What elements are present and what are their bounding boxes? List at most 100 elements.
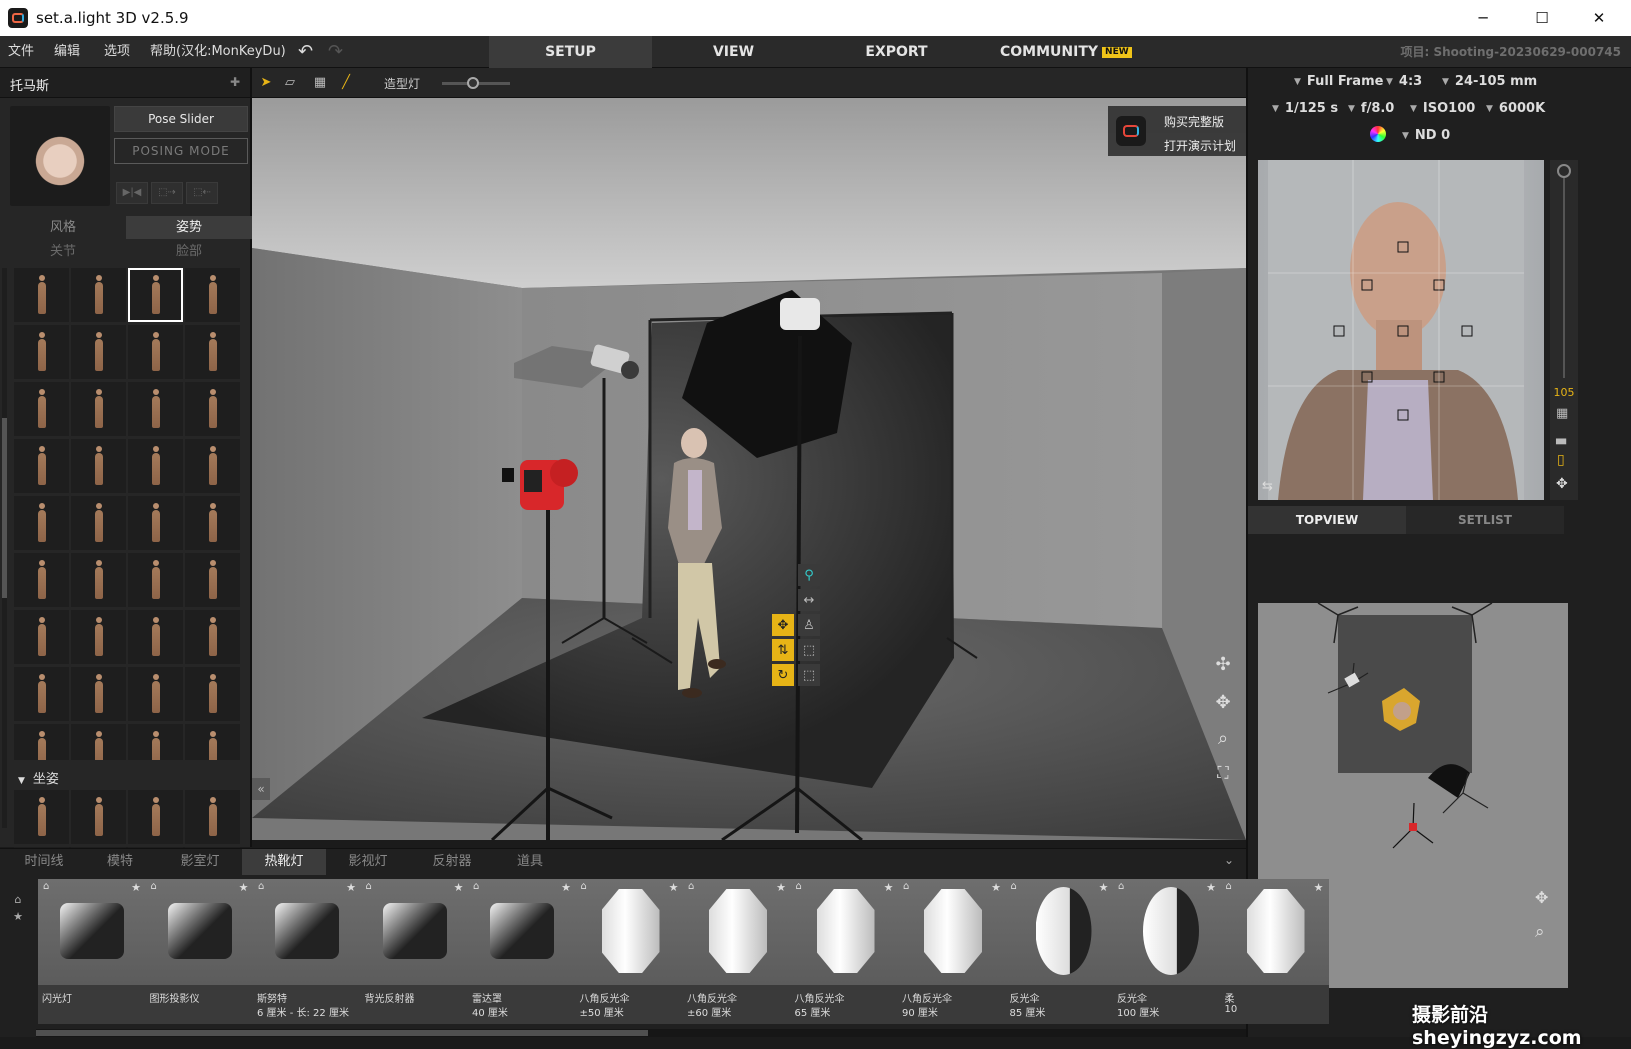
pose-thumbnail[interactable] [128,325,183,379]
equipment-card[interactable]: ⌂ ★ 斯努特 6 厘米 - 长: 22 厘米 [253,879,361,1024]
pose-thumbnail[interactable] [128,553,183,607]
tab-joint[interactable]: 关节 [0,240,126,263]
pose-thumbnail[interactable] [185,268,240,322]
look-at-camera-icon[interactable]: ⬚⇢ [151,182,183,204]
star-icon[interactable]: ★ [8,910,28,923]
measure-icon[interactable]: ▱ [280,74,300,92]
color-wheel-icon[interactable] [1366,123,1390,149]
tab-style[interactable]: 风格 [0,216,126,239]
pose-thumbnail[interactable] [128,382,183,436]
star-icon[interactable]: ★ [1206,881,1216,894]
home-icon[interactable]: ⌂ [1011,881,1017,892]
open-demo-link[interactable]: 打开演示计划› [1164,137,1246,154]
tab-reflectors[interactable]: 反射器 [412,849,492,875]
star-icon[interactable]: ★ [1314,881,1324,894]
pose-thumbnail[interactable] [185,667,240,721]
menu-help[interactable]: 帮助(汉化:MonKeyDu) [150,36,286,68]
aperture-dropdown[interactable]: ▼ f/8.0 [1348,96,1394,122]
tab-pose[interactable]: 姿势 [126,216,252,239]
pose-thumbnail[interactable] [185,553,240,607]
tab-speedlights[interactable]: 热靴灯 [242,849,326,875]
pose-thumbnail[interactable] [14,382,69,436]
nd-filter-dropdown[interactable]: ▼ ND 0 [1402,123,1450,149]
pose-thumbnail[interactable] [71,439,126,493]
walk-icon[interactable]: ⚲ [798,564,820,586]
tab-export[interactable]: EXPORT [815,36,978,68]
move-horizontal-icon[interactable]: ↔ [798,589,820,611]
home-icon[interactable]: ⌂ [43,881,49,892]
minimize-button[interactable]: ─ [1455,0,1511,36]
pose-thumbnail[interactable] [14,724,69,760]
pose-thumbnail[interactable] [128,268,183,322]
iso-dropdown[interactable]: ▼ ISO100 [1410,96,1475,122]
pose-thumbnail[interactable] [14,439,69,493]
tab-models[interactable]: 模特 [86,849,154,875]
star-icon[interactable]: ★ [454,881,464,894]
tab-community[interactable]: COMMUNITY NEW [1000,36,1160,68]
mirror-pose-icon[interactable]: ▶|◀ [116,182,148,204]
home-icon[interactable]: ⌂ [366,881,372,892]
look-away-icon[interactable]: ⬚ [798,664,820,686]
pose-thumbnail[interactable] [71,667,126,721]
pose-thumbnail[interactable] [128,724,183,760]
pose-thumbnail[interactable] [71,553,126,607]
tab-setlist[interactable]: SETLIST [1406,506,1564,534]
pose-thumbnail[interactable] [71,382,126,436]
camera-preview[interactable]: ⇆ [1258,160,1544,500]
pose-thumbnail[interactable] [14,610,69,664]
redo-icon[interactable]: ↷ [328,36,343,68]
pose-thumbnail[interactable] [14,268,69,322]
shutter-dropdown[interactable]: ▼ 1/125 s [1272,96,1338,122]
height-icon[interactable]: ⇅ [772,639,794,661]
equipment-card[interactable]: ⌂ ★ 反光伞 85 厘米 [1005,879,1114,1024]
maximize-button[interactable]: ☐ [1514,0,1570,36]
star-icon[interactable]: ★ [991,881,1001,894]
tab-continuous-lights[interactable]: 影视灯 [330,849,406,875]
pose-thumbnail[interactable] [128,439,183,493]
equipment-scrollbar[interactable] [36,1029,1246,1037]
pose-thumbnail[interactable] [128,496,183,550]
pose-thumbnail[interactable] [185,382,240,436]
pose-slider-button[interactable]: Pose Slider [114,106,248,132]
zoom-slider-handle[interactable] [1557,164,1571,178]
star-icon[interactable]: ★ [1099,881,1109,894]
pose-thumbnail[interactable] [185,790,240,844]
pose-thumbnail[interactable] [128,667,183,721]
sensor-dropdown[interactable]: ▼ Full Frame [1294,69,1383,95]
lens-dropdown[interactable]: ▼ 24-105 mm [1442,69,1537,95]
pose-thumbnail[interactable] [128,610,183,664]
pose-thumbnail[interactable] [128,790,183,844]
grid-overlay-icon[interactable]: ▦ [1556,406,1568,421]
collapse-bottom-icon[interactable]: ⌄ [1224,853,1234,867]
slider-handle[interactable] [466,77,479,89]
home-icon[interactable]: ⌂ [903,881,909,892]
equipment-card[interactable]: ⌂ ★ 反光伞 100 厘米 [1113,879,1221,1024]
histogram-icon[interactable]: ▃ [1556,430,1566,445]
home-icon[interactable]: ⌂ [1118,881,1124,892]
star-icon[interactable]: ★ [346,881,356,894]
pose-list-scrollbar[interactable] [2,268,7,828]
star-icon[interactable]: ★ [131,881,141,894]
equipment-card[interactable]: ⌂ ★ 八角反光伞 90 厘米 [898,879,1006,1024]
pose-thumbnail[interactable] [71,724,126,760]
menu-options[interactable]: 选项 [104,36,130,68]
menu-edit[interactable]: 编辑 [54,36,80,68]
tab-timeline[interactable]: 时间线 [10,849,78,875]
star-icon[interactable]: ★ [776,881,786,894]
select-arrow-icon[interactable]: ➤ [256,74,276,92]
tab-topview[interactable]: TOPVIEW [1248,506,1406,534]
look-at-icon[interactable]: ⬚ [798,639,820,661]
equipment-card[interactable]: ⌂ ★ 八角反光伞 65 厘米 [790,879,899,1024]
equipment-card[interactable]: ⌂ ★ 雷达罩 40 厘米 [468,879,576,1024]
pose-thumbnail[interactable] [14,667,69,721]
home-icon[interactable]: ⌂ [473,881,479,892]
star-icon[interactable]: ★ [239,881,249,894]
star-icon[interactable]: ★ [669,881,679,894]
tab-setup[interactable]: SETUP [489,36,652,68]
line-tool-icon[interactable]: ╱ [336,74,356,92]
undo-icon[interactable]: ↶ [298,36,313,68]
camera-move-icon[interactable]: ✥ [1556,476,1568,492]
orientation-icon[interactable]: ▯ [1557,452,1565,468]
tab-view[interactable]: VIEW [652,36,815,68]
buy-full-version-link[interactable]: 购买完整版› [1164,113,1246,130]
